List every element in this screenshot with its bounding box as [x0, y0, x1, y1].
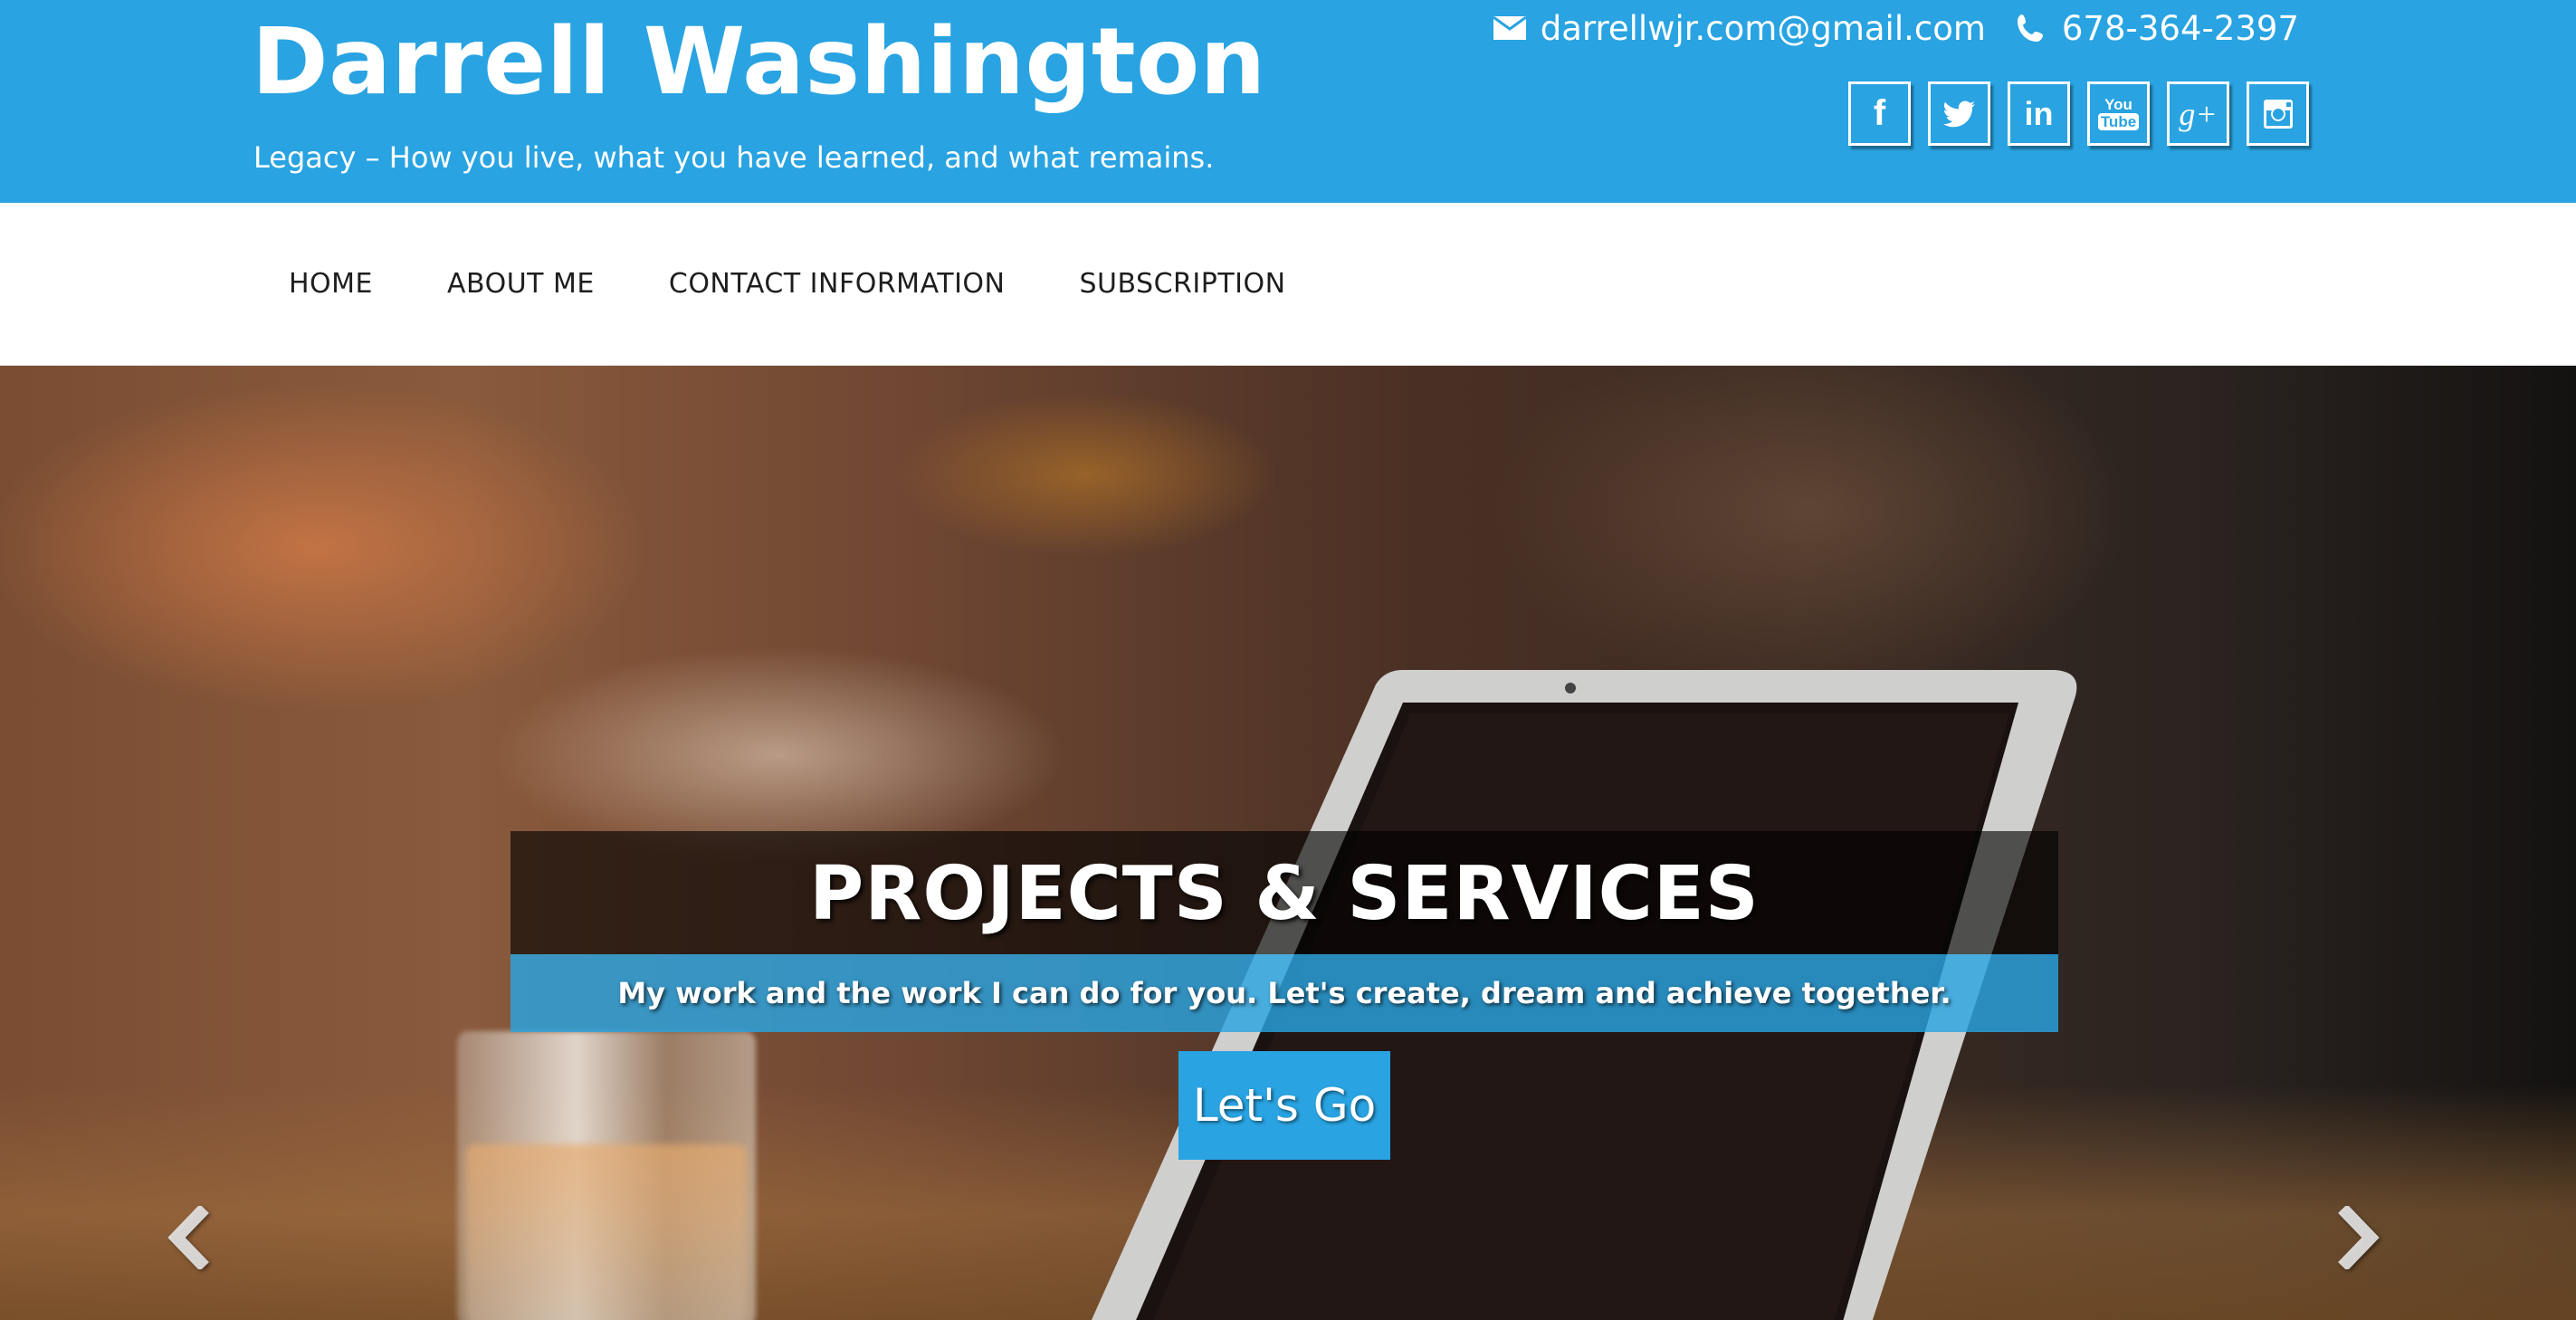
hero-slider: PROJECTS & SERVICES My work and the work… [0, 366, 2576, 1320]
main-nav: HOME ABOUT ME CONTACT INFORMATION SUBSCR… [0, 203, 2576, 366]
linkedin-glyph: in [2024, 94, 2054, 132]
twitter-icon[interactable] [1928, 81, 1990, 146]
site-tagline: Legacy – How you live, what you have lea… [253, 140, 1215, 175]
google-plus-icon[interactable]: g+ [2167, 81, 2229, 146]
lets-go-button[interactable]: Let's Go [1178, 1051, 1390, 1160]
nav-item-about-me[interactable]: ABOUT ME [410, 203, 632, 366]
site-title[interactable]: Darrell Washington [252, 4, 1266, 121]
envelope-icon [1490, 8, 1530, 48]
instagram-icon[interactable] [2247, 81, 2309, 146]
youtube-glyph-top: You [2104, 96, 2132, 113]
phone-icon [2011, 8, 2051, 48]
contact-line: darrellwjr.com@gmail.com 678-364-2397 [1490, 5, 2299, 51]
nav-menu: HOME ABOUT ME CONTACT INFORMATION SUBSCR… [252, 203, 1323, 366]
hero-title: PROJECTS & SERVICES [809, 851, 1760, 937]
youtube-icon[interactable]: You Tube [2087, 81, 2150, 146]
linkedin-icon[interactable]: in [2008, 81, 2070, 146]
nav-item-subscription[interactable]: SUBSCRIPTION [1042, 203, 1322, 366]
site-header: Darrell Washington Legacy – How you live… [0, 0, 2576, 203]
hero-subtitle: My work and the work I can do for you. L… [510, 954, 2058, 1032]
email-link[interactable]: darrellwjr.com@gmail.com [1541, 9, 1986, 48]
facebook-glyph: f [1873, 93, 1886, 133]
chevron-left-icon[interactable] [152, 1197, 224, 1278]
glass-water-image [466, 1144, 747, 1320]
youtube-glyph-bottom: Tube [2097, 113, 2140, 130]
social-links: f in You Tube g+ [1848, 81, 2309, 146]
nav-item-home[interactable]: HOME [252, 203, 410, 366]
nav-item-contact-information[interactable]: CONTACT INFORMATION [632, 203, 1043, 366]
phone-link[interactable]: 678-364-2397 [2062, 9, 2299, 48]
facebook-icon[interactable]: f [1848, 81, 1911, 146]
chevron-right-icon[interactable] [2323, 1197, 2395, 1278]
google-plus-glyph: g+ [2179, 95, 2218, 132]
